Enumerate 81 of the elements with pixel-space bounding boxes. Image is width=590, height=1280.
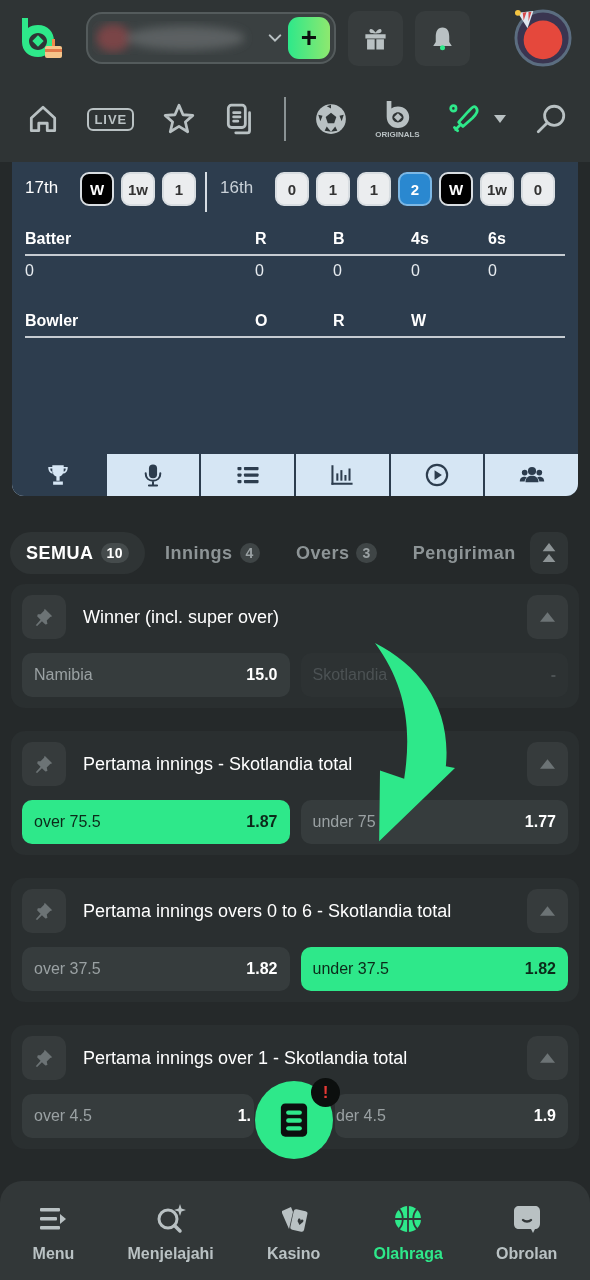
collapse-button[interactable] (527, 595, 568, 639)
originals-label[interactable]: ORIGINALS (375, 130, 420, 139)
notifications-button[interactable] (415, 10, 470, 66)
caret-up-icon (540, 905, 555, 917)
collapse-all-button[interactable] (530, 532, 568, 574)
collapse-button[interactable] (527, 742, 568, 786)
pin-icon (33, 606, 55, 628)
filter-tab[interactable]: Overs 3 (279, 532, 393, 574)
over-tab[interactable]: 16th (220, 178, 268, 214)
balance-field[interactable]: + (86, 12, 336, 64)
avatar-icon[interactable] (514, 9, 572, 67)
live-tab[interactable]: LIVE (87, 107, 135, 131)
soccer-ball-icon[interactable] (313, 102, 348, 136)
filter-tab[interactable]: SEMUA 10 (10, 532, 146, 574)
add-funds-button[interactable]: + (288, 17, 330, 59)
count-badge: 10 (100, 543, 130, 563)
odds-button[interactable]: over 37.5 1.82 (22, 947, 290, 991)
logo-icon[interactable] (20, 16, 64, 60)
column-header: B (333, 230, 346, 248)
odds-button[interactable]: under 37.5 1.82 (300, 947, 568, 991)
column-header: R (333, 312, 346, 330)
column-header: 4s (411, 230, 430, 248)
table-cell-text: 0 (333, 262, 343, 280)
ball-chip: W (80, 172, 114, 206)
receipt-icon (280, 1100, 308, 1140)
gift-button[interactable] (348, 10, 403, 66)
ball-chip: 1 (316, 172, 350, 206)
ball-chip: 1 (357, 172, 391, 206)
table-cell-text: 0 (255, 262, 265, 280)
pin-button[interactable] (22, 1036, 66, 1080)
caret-up-icon (540, 1052, 555, 1064)
bottom-nav-item[interactable]: Kasino (266, 1181, 321, 1280)
caret-up-icon (540, 758, 555, 770)
double-caret-up-icon (542, 543, 556, 563)
market-title: Pertama innings over 1 - Skotlandia total (83, 1047, 408, 1069)
pin-button[interactable] (22, 595, 66, 639)
column-header: R (255, 230, 268, 248)
ball-chip: 1 (162, 172, 196, 206)
ball-chip: 0 (521, 172, 555, 206)
odds-button[interactable]: under 75 1.77 (300, 800, 568, 844)
odds-button[interactable]: over 4.5 1. (22, 1094, 254, 1138)
bottom-nav-item[interactable]: Obrolan (496, 1181, 558, 1280)
bottom-nav-item[interactable]: Menu (32, 1181, 75, 1280)
market-title: Winner (incl. super over) (83, 606, 280, 628)
pin-icon (33, 1047, 55, 1069)
column-header: O (255, 312, 269, 330)
column-header: Bowler (25, 312, 80, 330)
market-title: Pertama innings - Skotlandia total (83, 753, 353, 775)
column-header: Batter (25, 230, 73, 248)
ball-chip: 1w (121, 172, 155, 206)
chevron-down-icon (268, 33, 282, 43)
ball-chip: W (439, 172, 473, 206)
caret-up-icon (540, 611, 555, 623)
table-cell-text: 0 (488, 262, 498, 280)
count-badge: 4 (239, 543, 260, 563)
ball-chip: 0 (275, 172, 309, 206)
bottom-nav-item[interactable]: Menjelajahi (127, 1181, 214, 1280)
odds-button[interactable]: der 4.5 1.9 (335, 1094, 568, 1138)
collapse-button[interactable] (527, 1036, 568, 1080)
column-header: 6s (488, 230, 507, 248)
bottom-nav-item[interactable]: Olahraga (373, 1181, 443, 1280)
table-cell-text: 0 (25, 262, 35, 280)
over-tab[interactable]: 17th (25, 178, 73, 214)
filter-tab[interactable]: Innings 4 (149, 532, 276, 574)
pin-icon (33, 900, 55, 922)
ball-chip: 1w (480, 172, 514, 206)
odds-button[interactable]: over 75.5 1.87 (22, 800, 290, 844)
collapse-button[interactable] (527, 889, 568, 933)
market-title: Pertama innings overs 0 to 6 - Skotlandia total (83, 900, 452, 922)
star-icon[interactable] (161, 102, 196, 136)
caret-icon[interactable] (494, 115, 507, 123)
filter-tab[interactable]: Pengiriman (396, 532, 524, 574)
table-cell-text: 0 (411, 262, 421, 280)
pin-button[interactable] (22, 742, 66, 786)
pin-button[interactable] (22, 889, 66, 933)
ball-chip: 2 (398, 172, 432, 206)
trophy-tab[interactable] (12, 454, 105, 496)
count-badge: 3 (356, 543, 377, 563)
odds-button[interactable]: Namibia 15.0 (22, 653, 290, 697)
pin-icon (33, 753, 55, 775)
column-header: W (411, 312, 428, 330)
